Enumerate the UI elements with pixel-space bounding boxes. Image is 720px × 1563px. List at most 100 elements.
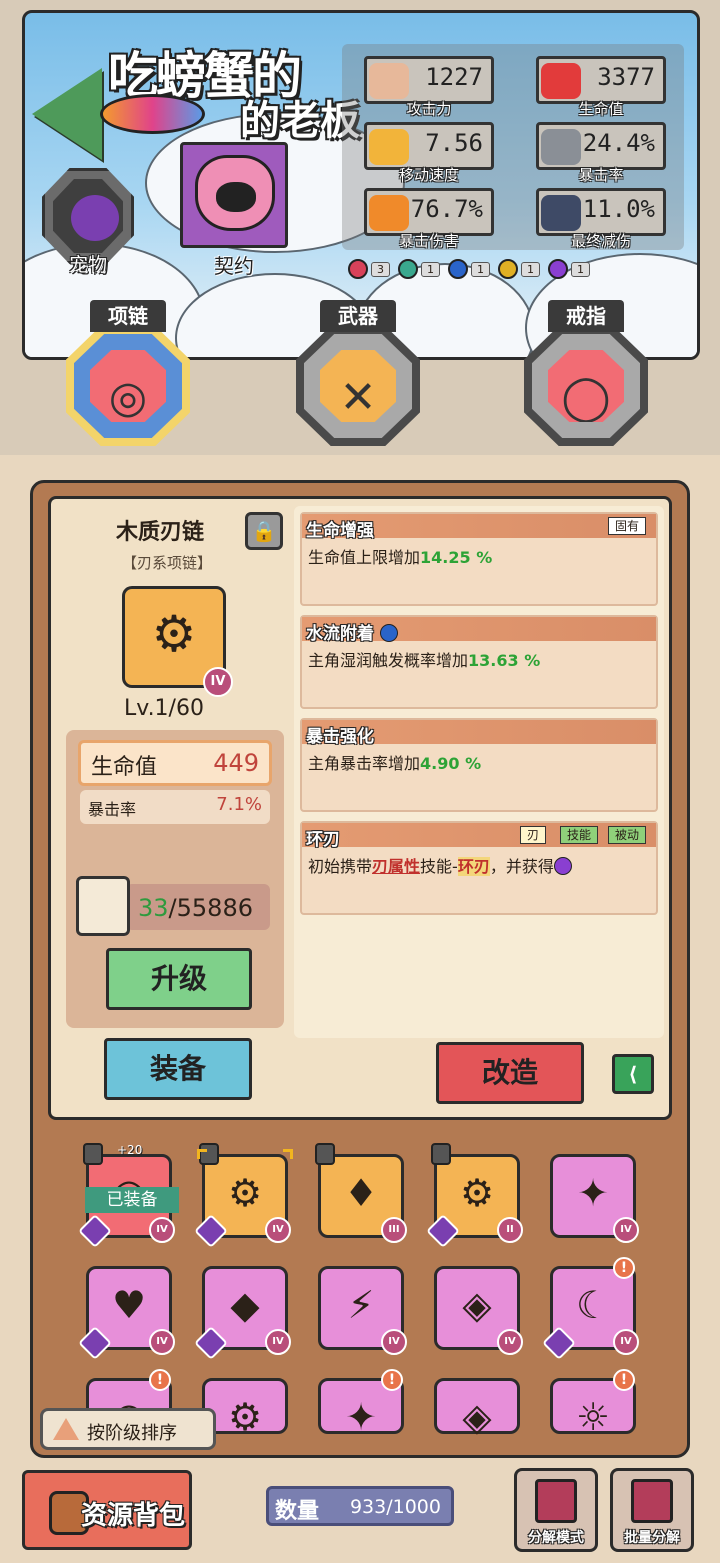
resource-bag-button[interactable]: 资源背包: [22, 1470, 192, 1550]
necklace-icon: ◆: [230, 1283, 260, 1327]
slot-label: 武器: [320, 300, 396, 332]
alert-icon: !: [613, 1369, 635, 1391]
arcane-element-icon: [548, 259, 568, 279]
necklace-icon: ◈: [462, 1283, 492, 1327]
affix-text: 初始携带刃属性技能-环刃，并获得: [308, 853, 572, 877]
contract-label: 契约: [214, 254, 254, 278]
element-counter: 3: [348, 258, 390, 280]
wind-element-icon: [398, 259, 418, 279]
sort-by-tier-button[interactable]: 按阶级排序: [40, 1408, 216, 1450]
stat-label: 暴击率: [578, 166, 624, 184]
back-arrow-button[interactable]: [32, 68, 102, 160]
element-count: 1: [571, 261, 590, 277]
selection-corner: [283, 1149, 293, 1159]
necklace-icon: ♥: [111, 1283, 147, 1327]
share-icon: ⟨: [628, 1062, 638, 1086]
tier-badge: IV: [613, 1217, 639, 1243]
inventory-item[interactable]: ◈: [434, 1378, 520, 1439]
inventory-item[interactable]: ☼!: [550, 1369, 636, 1439]
shield-icon: [541, 195, 581, 231]
affix-title: 环刃: [306, 830, 340, 850]
pink-cat-icon: [195, 155, 275, 231]
item-name: 木质刃链: [116, 520, 205, 545]
sub-attribute-label: 暴击率: [88, 800, 137, 819]
inventory-item[interactable]: ◎IV+20已装备: [78, 1143, 179, 1248]
tier-badge: IV: [265, 1217, 291, 1243]
affix-text: 主角湿润触发概率增加13.63 %: [308, 651, 541, 670]
affix-title: 水流附着: [306, 619, 398, 644]
share-button[interactable]: ⟨: [612, 1054, 654, 1094]
tier-badge: IV: [497, 1329, 523, 1355]
decompose-mode-button[interactable]: 分解模式: [514, 1468, 598, 1552]
monster-icon: [71, 195, 119, 241]
element-counters: 3 1 1 1 1: [348, 258, 590, 280]
affix-item: 暴击强化 主角暴击率增加4.90 %: [300, 718, 658, 812]
inventory-item[interactable]: ⚙ II: [426, 1143, 523, 1248]
tier-badge: II: [497, 1217, 523, 1243]
equipment-slot[interactable]: ◎ 项链: [66, 300, 190, 448]
stat-value: 3377: [597, 63, 655, 91]
element-counter: 1: [498, 258, 540, 280]
ring-icon: ◯: [561, 372, 611, 423]
stat-box: 1227: [364, 56, 494, 104]
necklace-icon: ⚙: [227, 1171, 263, 1215]
item-level: Lv.1/60: [124, 696, 204, 721]
necklace-icon: ⚙: [151, 605, 197, 663]
inventory-item[interactable]: ⚡ IV: [318, 1266, 407, 1355]
batch-decompose-button[interactable]: 批量分解: [610, 1468, 694, 1552]
necklace-icon: ⚙: [227, 1395, 263, 1439]
tier-badge: IV: [149, 1217, 175, 1243]
inventory-item[interactable]: ✦ IV: [550, 1154, 639, 1243]
slot-label: 戒指: [548, 300, 624, 332]
necklace-icon: ◎: [108, 372, 148, 423]
stat-label: 生命值: [578, 100, 624, 118]
element-count: 1: [421, 261, 440, 277]
affix-title: 暴击强化: [306, 727, 374, 747]
selection-corner: [197, 1149, 207, 1159]
stat-value: 1227: [425, 63, 483, 91]
sub-attribute-value: 7.1%: [216, 794, 262, 815]
necklace-icon: ☾: [575, 1283, 611, 1327]
tier-badge: IV: [613, 1329, 639, 1355]
stat-box: 76.7%: [364, 188, 494, 236]
inventory-item[interactable]: ✦!: [318, 1369, 404, 1439]
equip-button[interactable]: 装备: [104, 1038, 252, 1100]
affix-text: 主角暴击率增加4.90 %: [308, 754, 482, 773]
main-attribute: 生命值 449: [78, 740, 272, 786]
tier-badge: IV: [265, 1329, 291, 1355]
slot-label: 项链: [90, 300, 166, 332]
water-drop-icon: [379, 624, 398, 642]
inventory-item[interactable]: ◈ IV: [434, 1266, 523, 1355]
upgrade-button[interactable]: 升级: [106, 948, 252, 1010]
necklace-icon: ⚡: [347, 1283, 375, 1327]
stat-value: 7.56: [425, 129, 483, 157]
inventory-item[interactable]: ☾ IV!: [542, 1257, 639, 1360]
lock-icon: [315, 1143, 335, 1165]
tier-badge: IV: [149, 1329, 175, 1355]
element-counter: 1: [548, 258, 590, 280]
equipment-slot[interactable]: ✕ 武器: [296, 300, 420, 448]
tier-badge: IV: [203, 667, 233, 697]
stat-box: 7.56: [364, 122, 494, 170]
reforge-button[interactable]: 改造: [436, 1042, 584, 1104]
stat-label: 暴击伤害: [398, 232, 459, 250]
element-counter: 1: [398, 258, 440, 280]
inventory-item[interactable]: ⚙ IV: [194, 1143, 293, 1248]
affix-text: 生命值上限增加14.25 %: [308, 548, 493, 567]
sub-attribute: 暴击率 7.1%: [80, 790, 270, 824]
lock-button[interactable]: 🔒: [245, 512, 283, 550]
affix-item: 生命增强 固有 生命值上限增加14.25 %: [300, 512, 658, 606]
decompose-label: 分解模式: [528, 1530, 584, 1546]
necklace-icon: ☼: [575, 1395, 611, 1439]
lock-icon: [83, 1143, 103, 1165]
element-counter: 1: [448, 258, 490, 280]
necklace-icon: ◈: [462, 1395, 492, 1439]
element-count: 1: [521, 261, 540, 277]
triangle-icon: [53, 1418, 79, 1440]
inventory-item[interactable]: ♥ IV: [78, 1266, 175, 1360]
inventory-item[interactable]: ♦ III: [315, 1143, 407, 1243]
contract-slot[interactable]: [180, 142, 288, 248]
necklace-icon: ♦: [343, 1171, 379, 1215]
inventory-item[interactable]: ◆ IV: [194, 1266, 291, 1360]
equipment-slot[interactable]: ◯ 戒指: [524, 300, 648, 448]
